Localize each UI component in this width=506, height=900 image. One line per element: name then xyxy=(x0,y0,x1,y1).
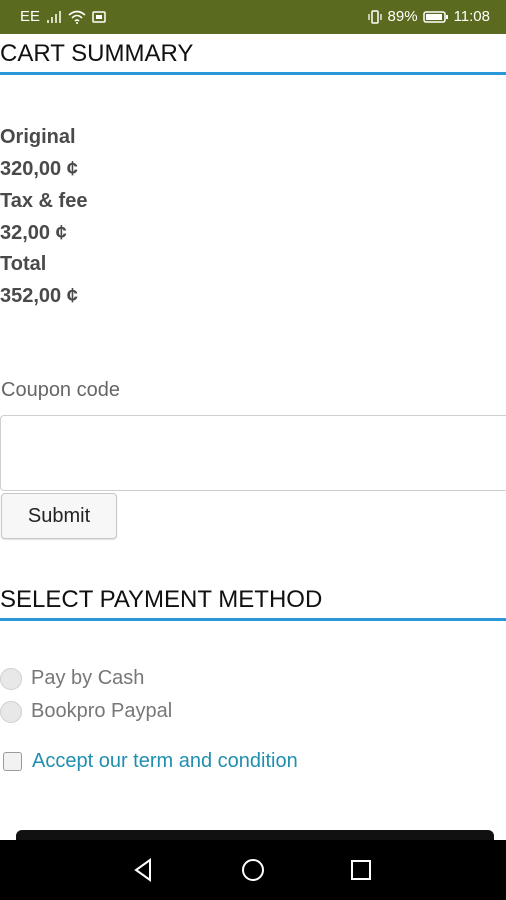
coupon-input[interactable] xyxy=(0,415,506,491)
battery-icon xyxy=(422,10,448,23)
payment-option-cash[interactable]: Pay by Cash xyxy=(0,667,144,690)
total-label: Total xyxy=(0,253,47,275)
recents-icon[interactable] xyxy=(345,854,377,886)
radio-button[interactable] xyxy=(0,667,22,690)
navigation-bar xyxy=(0,840,506,900)
payment-option-paypal[interactable]: Bookpro Paypal xyxy=(0,700,172,723)
home-icon[interactable] xyxy=(237,854,269,886)
terms-link[interactable]: Accept our term and condition xyxy=(32,750,298,773)
tax-value: 32,00 ¢ xyxy=(0,222,67,244)
clock: 11:08 xyxy=(453,8,490,25)
battery-percent: 89% xyxy=(387,8,418,25)
terms-checkbox[interactable] xyxy=(3,752,22,771)
terms-row[interactable]: Accept our term and condition xyxy=(3,750,298,773)
cart-summary-heading: CART SUMMARY xyxy=(0,40,506,75)
coupon-label: Coupon code xyxy=(1,379,120,401)
status-bar: EE 89% 11:08 xyxy=(0,0,506,34)
payment-option-label: Pay by Cash xyxy=(31,667,145,689)
original-value: 320,00 ¢ xyxy=(0,158,78,180)
back-icon[interactable] xyxy=(128,854,160,886)
total-value: 352,00 ¢ xyxy=(0,285,78,307)
radio-button[interactable] xyxy=(0,700,22,723)
vibrate-icon xyxy=(367,9,382,24)
sim-icon xyxy=(92,10,106,23)
tax-label: Tax & fee xyxy=(0,190,88,212)
payment-method-heading: SELECT PAYMENT METHOD xyxy=(0,586,506,621)
status-left: EE xyxy=(20,8,106,25)
status-right: 89% 11:08 xyxy=(367,8,490,25)
carrier-label: EE xyxy=(20,8,41,25)
original-label: Original xyxy=(0,126,76,148)
signal-icon xyxy=(47,10,62,23)
payment-option-label: Bookpro Paypal xyxy=(31,700,173,722)
submit-button[interactable]: Submit xyxy=(1,493,117,539)
wifi-icon xyxy=(68,10,86,24)
